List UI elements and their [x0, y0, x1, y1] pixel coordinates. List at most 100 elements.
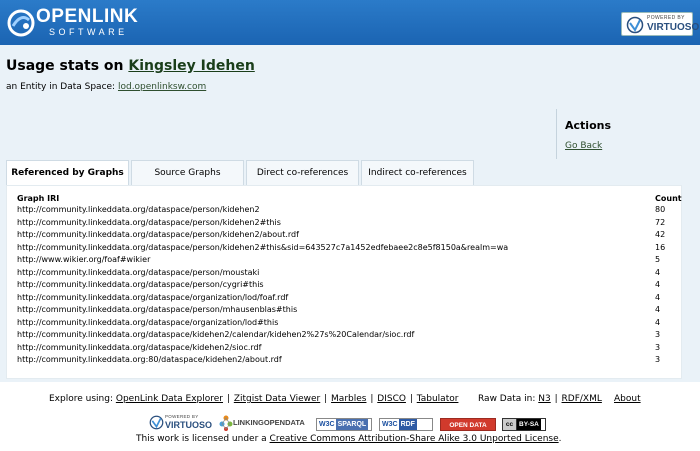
about-link[interactable]: About — [614, 393, 641, 405]
explore-label: Explore using: — [49, 394, 113, 404]
separator: | — [409, 394, 413, 404]
count-cell: 72 — [655, 217, 666, 227]
badge-powered-by-text: POWERED BY — [647, 15, 685, 21]
table-row: http://community.linkeddata.org/dataspac… — [17, 279, 681, 292]
w3c-rdf-badge[interactable]: W3C RDF — [379, 418, 433, 431]
open-data-badge[interactable]: OPEN DATA — [440, 418, 496, 431]
badge-virtuoso-text: VIRTUOSO — [647, 22, 700, 33]
separator: | — [324, 394, 328, 404]
graph-iri-cell: http://www.wikier.org/foaf#wikier — [17, 255, 151, 264]
count-cell: 4 — [655, 267, 661, 277]
openlink-logo-sub: SOFTWARE — [49, 27, 128, 37]
table-row: http://community.linkeddata.org/dataspac… — [17, 267, 681, 280]
lod-cloud-icon — [219, 415, 233, 431]
license-notice: This work is licensed under a Creative C… — [136, 433, 562, 445]
subtitle-prefix: an Entity in Data Space: — [6, 82, 116, 92]
creative-commons-badge[interactable]: cc BY-SA — [502, 418, 546, 431]
table-row: http://community.linkeddata.org/dataspac… — [17, 242, 681, 255]
raw-data-label: Raw Data in: — [478, 394, 536, 404]
count-cell: 4 — [655, 292, 661, 302]
openlink-data-explorer-link[interactable]: OpenLink Data Explorer — [116, 394, 223, 404]
openlink-swirl-icon — [7, 9, 35, 37]
table-row: http://community.linkeddata.org/dataspac… — [17, 317, 681, 330]
entity-link[interactable]: Kingsley Idehen — [128, 58, 254, 74]
table-row: http://community.linkeddata.org/dataspac… — [17, 329, 681, 342]
count-cell: 4 — [655, 317, 661, 327]
separator: | — [554, 394, 558, 404]
explore-using-bar: Explore using: OpenLink Data Explorer | … — [49, 393, 458, 405]
license-link[interactable]: Creative Commons Attribution-Share Alike… — [270, 434, 559, 444]
count-cell: 3 — [655, 342, 661, 352]
column-header-graph-iri: Graph IRI — [17, 194, 60, 203]
disco-link[interactable]: DISCO — [377, 394, 406, 404]
actions-heading: Actions — [565, 119, 611, 132]
graph-iri-cell: http://community.linkeddata.org/dataspac… — [17, 342, 262, 352]
linking-open-data-badge[interactable]: LINKINGOPENDATA — [219, 414, 307, 432]
table-row: http://community.linkeddata.org/dataspac… — [17, 229, 681, 242]
separator: | — [226, 394, 230, 404]
actions-panel: Actions Go Back — [556, 109, 700, 159]
license-prefix: This work is licensed under a — [136, 434, 267, 444]
graph-iri-cell: http://community.linkeddata.org/dataspac… — [17, 292, 289, 302]
zitgist-data-viewer-link[interactable]: Zitgist Data Viewer — [234, 394, 320, 404]
page-title: Usage stats on Kingsley Idehen — [6, 57, 255, 75]
graph-iri-cell: http://community.linkeddata.org/dataspac… — [17, 280, 264, 289]
graph-iri-cell: http://community.linkeddata.org:80/datas… — [17, 355, 282, 364]
column-header-count: Count — [655, 194, 682, 203]
virtuoso-icon — [149, 415, 164, 430]
cc-by-sa-text: BY-SA — [517, 419, 541, 430]
count-cell: 5 — [655, 255, 661, 264]
count-cell: 42 — [655, 230, 666, 239]
graph-iri-cell: http://community.linkeddata.org/dataspac… — [17, 267, 260, 277]
data-space-link[interactable]: lod.openlinksw.com — [118, 82, 206, 92]
raw-data-bar: Raw Data in: N3 | RDF/XML — [478, 393, 602, 405]
tab-panel: Graph IRI Count http://community.linkedd… — [6, 185, 682, 379]
rdf-xml-link[interactable]: RDF/XML — [562, 394, 602, 404]
w3c-logo-text: W3C — [382, 421, 398, 428]
graph-iri-cell: http://community.linkeddata.org/dataspac… — [17, 242, 509, 252]
page-title-prefix: Usage stats on — [6, 58, 124, 74]
footer: Explore using: OpenLink Data Explorer | … — [0, 382, 700, 451]
tab-direct-co-references[interactable]: Direct co-references — [246, 160, 359, 185]
table-row: http://community.linkeddata.org/dataspac… — [17, 292, 681, 305]
sparql-badge-text: SPARQL — [335, 419, 369, 430]
graph-iri-cell: http://community.linkeddata.org/dataspac… — [17, 205, 260, 214]
count-cell: 4 — [655, 305, 661, 314]
graph-iri-cell: http://community.linkeddata.org/dataspac… — [17, 317, 279, 327]
graph-iri-cell: http://community.linkeddata.org/dataspac… — [17, 217, 281, 227]
count-cell: 80 — [655, 205, 666, 214]
graph-table: Graph IRI Count http://community.linkedd… — [17, 193, 682, 367]
table-row: http://community.linkeddata.org/dataspac… — [17, 304, 681, 317]
count-cell: 4 — [655, 280, 661, 289]
table-row: http://community.linkeddata.org/dataspac… — [17, 217, 681, 230]
table-header-row: Graph IRI Count — [17, 193, 682, 204]
tabulator-link[interactable]: Tabulator — [417, 394, 459, 404]
tab-referenced-by-graphs[interactable]: Referenced by Graphs — [6, 160, 129, 186]
header-bar: OPENLINK SOFTWARE POWERED BY VIRTUOSO — [0, 0, 700, 45]
table-row: http://community.linkeddata.org/dataspac… — [17, 342, 681, 355]
powered-by-virtuoso-badge[interactable]: POWERED BY VIRTUOSO — [621, 12, 699, 36]
table-row: http://www.wikier.org/foaf#wikier 5 — [17, 254, 681, 267]
cc-logo-icon: cc — [503, 419, 517, 430]
tab-indirect-co-references[interactable]: Indirect co-references — [361, 160, 474, 185]
graph-iri-cell: http://community.linkeddata.org/dataspac… — [17, 330, 415, 339]
openlink-logo[interactable]: OPENLINK SOFTWARE — [7, 6, 139, 40]
virtuoso-icon — [626, 16, 644, 34]
tab-source-graphs[interactable]: Source Graphs — [131, 160, 244, 185]
marbles-link[interactable]: Marbles — [331, 394, 366, 404]
page-subtitle: an Entity in Data Space: lod.openlinksw.… — [6, 81, 206, 93]
w3c-sparql-badge[interactable]: W3C SPARQL — [316, 418, 372, 431]
rdf-badge-text: RDF — [398, 419, 417, 430]
badge-virtuoso-text: VIRTUOSO — [165, 420, 213, 430]
graph-iri-cell: http://community.linkeddata.org/dataspac… — [17, 230, 299, 239]
graph-iri-cell: http://community.linkeddata.org/dataspac… — [17, 305, 298, 314]
go-back-link[interactable]: Go Back — [565, 140, 602, 152]
powered-by-virtuoso-footer-badge[interactable]: POWERED BY VIRTUOSO — [147, 414, 213, 432]
openlink-logo-name: OPENLINK — [36, 6, 139, 27]
count-cell: 3 — [655, 330, 661, 339]
table-row: http://community.linkeddata.org:80/datas… — [17, 354, 681, 367]
count-cell: 3 — [655, 355, 661, 364]
n3-link[interactable]: N3 — [538, 394, 550, 404]
count-cell: 16 — [655, 242, 666, 252]
lod-badge-text: LINKINGOPENDATA — [233, 418, 305, 427]
